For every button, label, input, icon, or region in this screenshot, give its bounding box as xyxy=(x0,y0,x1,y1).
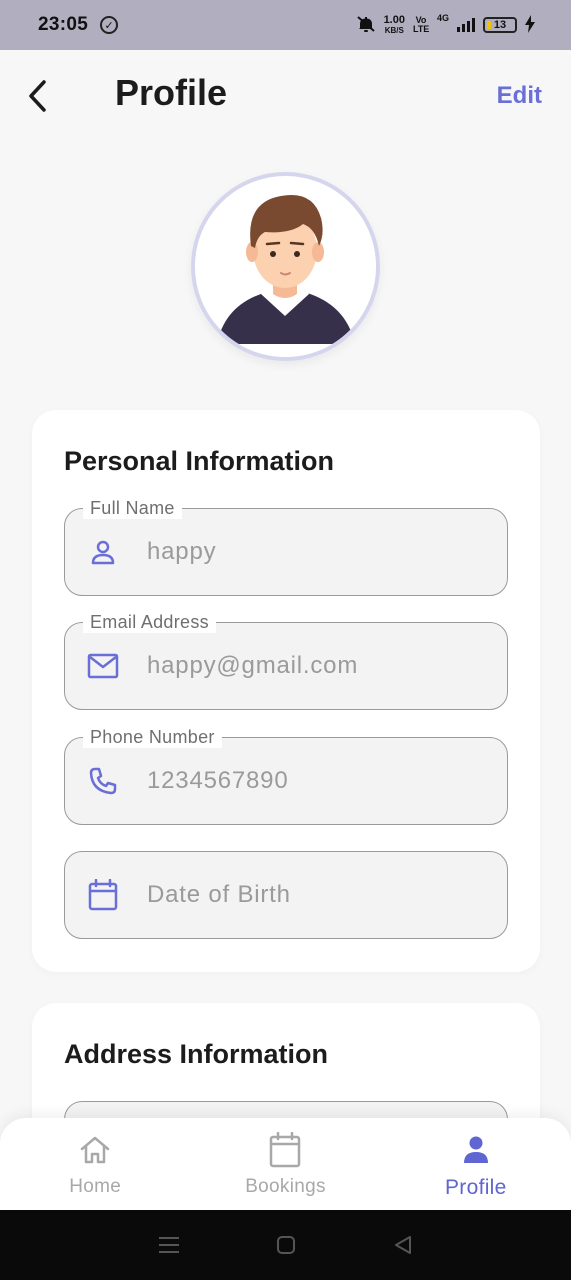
network-speed-unit: KB/S xyxy=(384,25,404,35)
calendar-icon xyxy=(267,1132,303,1168)
email-field[interactable]: Email Address happy@gmail.com xyxy=(64,611,508,710)
sync-check-icon: ✓ xyxy=(100,16,119,34)
volte-badge: Vo LTE xyxy=(412,15,430,34)
calendar-icon xyxy=(85,877,121,913)
address-info-title: Address Information xyxy=(64,1039,329,1069)
full-name-field[interactable]: Full Name happy xyxy=(64,497,508,596)
mail-icon xyxy=(85,648,121,684)
person-icon xyxy=(458,1132,494,1168)
email-label: Email Address xyxy=(83,611,216,633)
page-title: Profile xyxy=(115,72,228,113)
home-square-icon[interactable] xyxy=(271,1230,301,1260)
date-of-birth-field[interactable]: Date of Birth xyxy=(64,851,508,939)
nav-item-bookings[interactable]: Bookings xyxy=(190,1118,380,1210)
signal-icon xyxy=(457,18,475,32)
status-indicators: 1.00 KB/S Vo LTE 4G 13 xyxy=(356,12,535,36)
personal-info-card: Personal Information Full Name happy Ema… xyxy=(32,410,540,972)
battery-icon: 13 xyxy=(483,17,517,33)
nav-label-bookings: Bookings xyxy=(245,1176,326,1197)
phone-field[interactable]: Phone Number 1234567890 xyxy=(64,726,508,825)
avatar-illustration xyxy=(195,176,376,357)
nav-label-home: Home xyxy=(69,1176,122,1197)
person-icon xyxy=(85,534,121,570)
system-nav-bar xyxy=(0,1210,571,1280)
email-value: happy@gmail.com xyxy=(147,652,359,679)
network-type: 4G xyxy=(436,12,449,23)
status-bar: 23:05 ✓ 1.00 KB/S Vo LTE 4G 13 xyxy=(0,0,571,50)
personal-info-title: Personal Information xyxy=(64,446,335,476)
menu-icon[interactable] xyxy=(154,1230,184,1260)
arrow-left-icon xyxy=(29,80,46,112)
network-speed: 1.00 KB/S xyxy=(383,13,405,36)
back-button[interactable] xyxy=(20,78,56,114)
date-of-birth-placeholder: Date of Birth xyxy=(147,881,291,908)
battery-level: 13 xyxy=(493,19,507,31)
edit-button[interactable]: Edit xyxy=(497,82,542,110)
full-name-label: Full Name xyxy=(83,497,182,519)
home-icon xyxy=(77,1132,113,1168)
nav-item-profile[interactable]: Profile xyxy=(381,1118,571,1210)
mute-icon xyxy=(356,15,376,36)
nav-item-home[interactable]: Home xyxy=(0,1118,190,1210)
full-name-value: happy xyxy=(147,538,217,565)
app-header: Profile Edit xyxy=(0,50,571,140)
avatar[interactable] xyxy=(191,172,380,361)
nav-label-profile: Profile xyxy=(445,1176,507,1199)
phone-label: Phone Number xyxy=(83,726,222,748)
status-time: 23:05 xyxy=(38,14,89,35)
phone-value: 1234567890 xyxy=(147,767,289,794)
back-triangle-icon[interactable] xyxy=(388,1230,418,1260)
charging-icon xyxy=(525,14,535,36)
phone-icon xyxy=(85,763,121,799)
network-speed-value: 1.00 xyxy=(383,13,405,26)
bottom-nav: Home Bookings Profile xyxy=(0,1118,571,1210)
